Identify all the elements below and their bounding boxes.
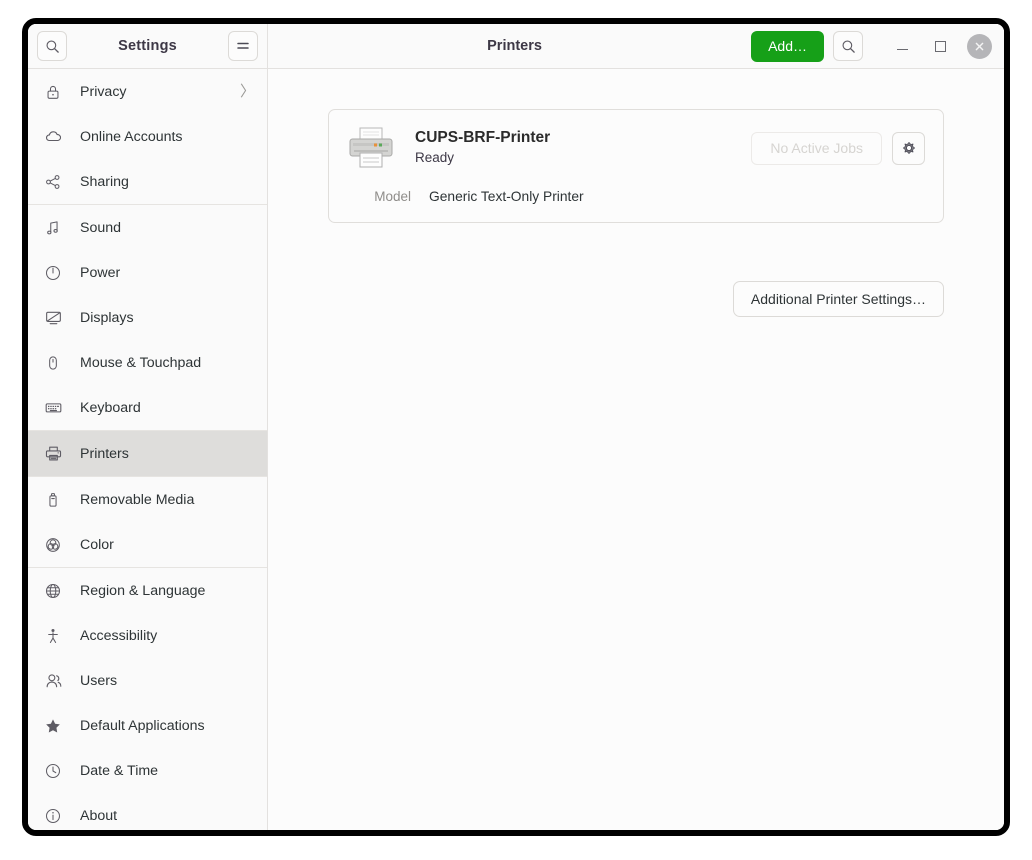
sidebar-item-removable-media[interactable]: Removable Media [28, 477, 267, 522]
printer-jobs-button[interactable]: No Active Jobs [751, 131, 882, 165]
sidebar-item-online-accounts[interactable]: Online Accounts [28, 114, 267, 159]
sidebar-item-sound[interactable]: Sound [28, 205, 267, 250]
color-wheel-icon [43, 535, 63, 555]
sidebar-item-label: Region & Language [80, 582, 206, 599]
sidebar-item-label: Sharing [80, 173, 129, 190]
sidebar-item-label: Color [80, 536, 114, 553]
sidebar-item-label: Online Accounts [80, 128, 183, 145]
minimize-button[interactable] [891, 35, 913, 57]
main-menu-button[interactable] [228, 31, 258, 61]
window-body: Privacy 〉 Online Accounts Sharing Sound Power… [28, 69, 1004, 830]
sidebar-item-label: Accessibility [80, 627, 158, 644]
hamburger-menu-icon [237, 42, 249, 49]
accessibility-icon [43, 626, 63, 646]
sidebar-item-mouse-touchpad[interactable]: Mouse & Touchpad [28, 340, 267, 385]
printer-status: Ready [415, 150, 455, 166]
printers-content: CUPS-BRF-Printer Ready No Active Jobs Mo… [328, 109, 944, 317]
info-icon [43, 806, 63, 826]
sidebar-item-accessibility[interactable]: Accessibility [28, 613, 267, 658]
sidebar-item-printers[interactable]: Printers [28, 431, 267, 476]
window-controls [891, 33, 994, 59]
page-title: Printers [487, 38, 542, 54]
search-icon [842, 40, 855, 53]
sidebar-item-label: Keyboard [80, 399, 141, 416]
additional-settings-row: Additional Printer Settings… [328, 281, 944, 317]
settings-title: Settings [118, 38, 177, 54]
mouse-icon [43, 353, 63, 373]
settings-sidebar: Privacy 〉 Online Accounts Sharing Sound Power… [28, 69, 268, 830]
sidebar-item-users[interactable]: Users [28, 658, 267, 703]
sidebar-item-label: About [80, 807, 118, 824]
sidebar-item-region-language[interactable]: Region & Language [28, 568, 267, 613]
sidebar-item-displays[interactable]: Displays [28, 295, 267, 340]
sidebar-item-label: Removable Media [80, 491, 195, 508]
sidebar-search-button[interactable] [37, 31, 67, 61]
gear-icon [902, 142, 915, 154]
sidebar-item-about[interactable]: About [28, 793, 267, 830]
keyboard-icon [43, 398, 63, 418]
printers-panel: CUPS-BRF-Printer Ready No Active Jobs Mo… [268, 69, 1004, 830]
sidebar-item-label: Displays [80, 309, 134, 326]
printer-identity: CUPS-BRF-Printer Ready [415, 128, 751, 168]
display-icon [43, 308, 63, 328]
printer-search-button[interactable] [833, 31, 863, 61]
sidebar-item-date-time[interactable]: Date & Time [28, 748, 267, 793]
globe-icon [43, 581, 63, 601]
sidebar-item-label: Sound [80, 219, 122, 236]
printer-icon [43, 444, 63, 464]
clock-icon [43, 761, 63, 781]
printer-name: CUPS-BRF-Printer [415, 129, 551, 147]
music-note-icon [43, 218, 63, 238]
close-icon [975, 42, 984, 50]
printer-settings-button[interactable] [892, 131, 925, 165]
close-button[interactable] [967, 33, 992, 59]
search-icon [46, 40, 59, 53]
sidebar-item-color[interactable]: Color [28, 522, 267, 567]
maximize-button[interactable] [929, 35, 951, 57]
power-icon [43, 263, 63, 283]
sidebar-item-label: Printers [80, 445, 129, 462]
sidebar-item-label: Power [80, 264, 121, 281]
printer-model-value: Generic Text-Only Printer [429, 189, 584, 204]
add-printer-button[interactable]: Add… [751, 30, 824, 62]
chevron-right-icon: 〉 [239, 83, 255, 100]
headerbar-sidebar-section: Settings [28, 24, 268, 68]
window-headerbar: Settings Printers Add… [28, 24, 1004, 69]
sidebar-item-label: Users [80, 672, 118, 689]
printer-card-header: CUPS-BRF-Printer Ready No Active Jobs [347, 126, 925, 170]
sidebar-item-label: Date & Time [80, 762, 159, 779]
printer-card: CUPS-BRF-Printer Ready No Active Jobs Mo… [328, 109, 944, 223]
cloud-icon [43, 127, 63, 147]
star-icon [43, 716, 63, 736]
sidebar-item-label: Privacy [80, 83, 127, 100]
share-nodes-icon [43, 172, 63, 192]
printer-model-label: Model [374, 189, 411, 204]
sidebar-item-power[interactable]: Power [28, 250, 267, 295]
sidebar-item-sharing[interactable]: Sharing [28, 159, 267, 204]
sidebar-item-label: Mouse & Touchpad [80, 354, 202, 371]
lock-icon [43, 82, 63, 102]
printer-icon [349, 127, 393, 168]
sidebar-item-privacy[interactable]: Privacy 〉 [28, 69, 267, 114]
usb-drive-icon [43, 490, 63, 510]
sidebar-item-keyboard[interactable]: Keyboard [28, 385, 267, 430]
headerbar-content-section: Printers Add… [268, 24, 1004, 68]
sidebar-item-label: Default Applications [80, 717, 205, 734]
additional-printer-settings-button[interactable]: Additional Printer Settings… [732, 281, 944, 317]
sidebar-item-default-applications[interactable]: Default Applications [28, 703, 267, 748]
users-icon [43, 671, 63, 691]
printer-model-row: Model Generic Text-Only Printer [347, 189, 925, 204]
settings-window: Settings Printers Add… Privacy 〉 Online … [22, 18, 1010, 836]
